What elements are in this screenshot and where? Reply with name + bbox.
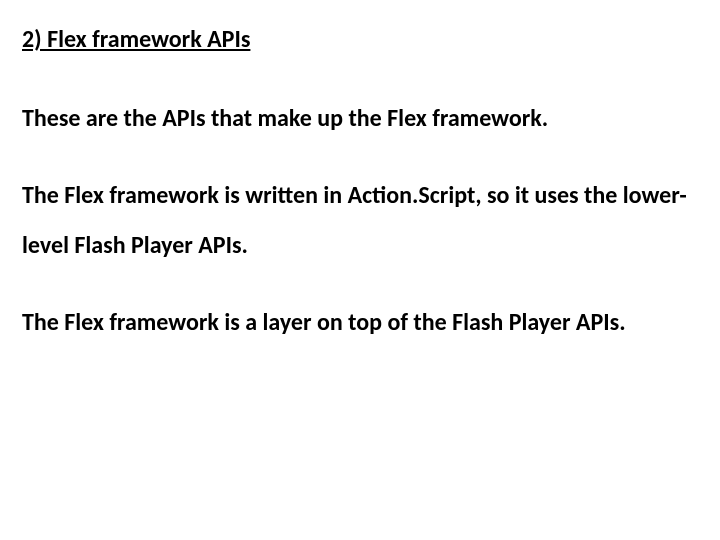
paragraph: These are the APIs that make up the Flex… [22, 94, 702, 144]
paragraph: The Flex framework is a layer on top of … [22, 298, 702, 348]
paragraph: The Flex framework is written in Action.… [22, 171, 702, 272]
section-heading: 2) Flex framework APIs [22, 24, 702, 56]
document-page: 2) Flex framework APIs These are the API… [0, 0, 720, 540]
